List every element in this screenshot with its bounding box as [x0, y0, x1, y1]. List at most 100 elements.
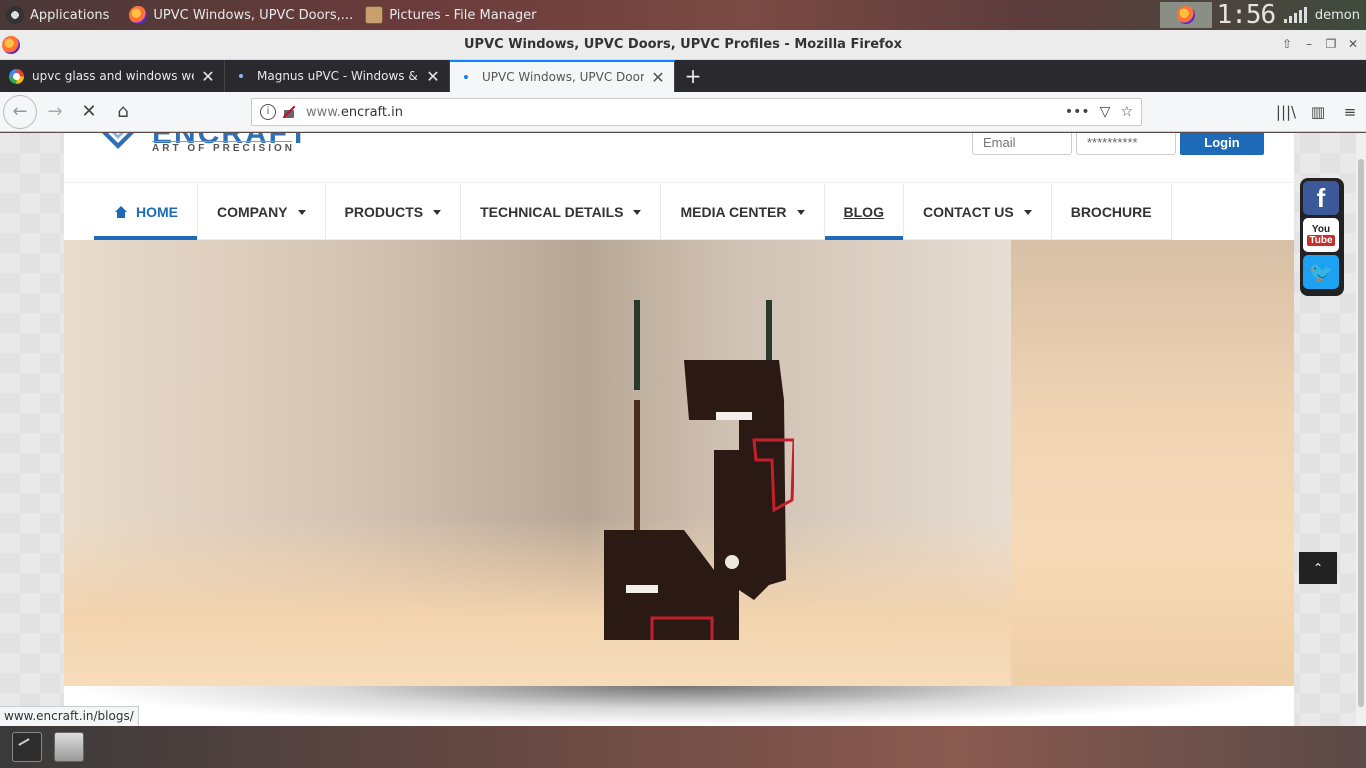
hero-banner — [64, 240, 1294, 686]
menu-item-label: CONTACT US — [922, 204, 1014, 220]
logo-mark-icon — [102, 133, 134, 149]
google-icon — [8, 68, 24, 84]
maximize-button[interactable]: ❐ — [1324, 37, 1338, 51]
home-icon[interactable]: ⌂ — [107, 96, 139, 128]
taskbar-item-label: Pictures - File Manager — [389, 7, 537, 23]
tab-encraft[interactable]: UPVC Windows, UPVC Doors, ✕ — [450, 60, 675, 92]
caret-down-icon — [1023, 209, 1032, 215]
desktop-dock — [0, 726, 1366, 768]
twitter-icon[interactable]: 🐦 — [1303, 255, 1339, 289]
firefox-icon — [2, 36, 20, 54]
applications-label: Applications — [30, 7, 110, 23]
back-icon[interactable]: ← — [3, 94, 37, 129]
pocket-icon[interactable]: ▽ — [1100, 104, 1111, 120]
applications-icon — [6, 6, 24, 24]
user-name[interactable]: demon — [1315, 8, 1366, 23]
more-icon[interactable]: ••• — [1065, 104, 1090, 120]
close-tab-icon[interactable]: ✕ — [650, 68, 666, 87]
banner-shadow — [64, 686, 1294, 726]
site-logo[interactable]: ENCRAFT ART OF PRECISION — [94, 133, 307, 163]
page-viewport: ENCRAFT ART OF PRECISION Login HOME COMP… — [0, 133, 1366, 726]
taskbar-item-file-manager[interactable]: Pictures - File Manager — [359, 0, 542, 30]
login-form: Login — [972, 133, 1264, 155]
terminal-icon[interactable] — [12, 732, 42, 762]
tab-google-search[interactable]: upvc glass and windows webs ✕ — [0, 60, 225, 92]
window-title: UPVC Windows, UPVC Doors, UPVC Profiles … — [463, 37, 902, 52]
menu-item-label: MEDIA CENTER — [680, 204, 787, 220]
logo-divider — [152, 141, 292, 142]
menu-item-label: BROCHURE — [1070, 204, 1152, 220]
menu-item-technical-details[interactable]: TECHNICAL DETAILS — [461, 184, 662, 240]
tab-label: upvc glass and windows webs — [32, 69, 194, 83]
taskbar-item-firefox[interactable]: UPVC Windows, UPVC Doors,... — [123, 0, 359, 30]
menu-item-media-center[interactable]: MEDIA CENTER — [661, 184, 825, 240]
scrollbar-thumb[interactable] — [1358, 159, 1364, 707]
menu-item-home[interactable]: HOME — [94, 184, 198, 240]
scroll-to-top-button[interactable]: ⌃ — [1299, 552, 1337, 584]
site-header: ENCRAFT ART OF PRECISION Login — [64, 133, 1294, 183]
sidebar-icon[interactable]: ▥ — [1302, 96, 1334, 128]
stop-icon[interactable]: ✕ — [73, 96, 105, 128]
shade-button[interactable]: ⇧ — [1280, 37, 1294, 51]
menu-item-company[interactable]: COMPANY — [198, 184, 326, 240]
password-field[interactable] — [1076, 133, 1176, 155]
menu-item-brochure[interactable]: BROCHURE — [1052, 184, 1172, 240]
loading-dot-icon — [458, 69, 474, 85]
loading-dot-icon — [233, 68, 249, 84]
caret-down-icon — [297, 209, 306, 215]
taskbar-item-label: UPVC Windows, UPVC Doors,... — [153, 7, 354, 23]
tray-firefox[interactable] — [1159, 2, 1212, 28]
desktop-top-panel: Applications UPVC Windows, UPVC Doors,..… — [0, 0, 1366, 30]
url-bar[interactable]: i www.encraft.in ••• ▽ ☆ — [251, 98, 1142, 126]
email-field[interactable] — [972, 133, 1072, 155]
upvc-profile-image — [604, 300, 794, 640]
chevron-up-icon: ⌃ — [1312, 561, 1324, 575]
folder-icon — [365, 6, 384, 24]
home-icon — [114, 206, 128, 218]
library-icon[interactable]: |||\ — [1270, 96, 1302, 128]
network-signal-icon[interactable] — [1283, 7, 1307, 23]
youtube-icon[interactable]: You Tube — [1303, 218, 1339, 252]
firefox-icon — [1176, 6, 1195, 24]
menu-item-label: COMPANY — [217, 204, 288, 220]
bookmark-star-icon[interactable]: ☆ — [1120, 104, 1133, 120]
forward-icon[interactable]: → — [39, 96, 71, 128]
file-manager-icon[interactable] — [54, 732, 84, 762]
new-tab-button[interactable]: + — [675, 60, 711, 92]
close-button[interactable]: ✕ — [1346, 37, 1360, 51]
social-links: f You Tube 🐦 — [1300, 178, 1344, 296]
menu-item-products[interactable]: PRODUCTS — [326, 184, 462, 240]
insecure-lock-icon[interactable] — [282, 105, 296, 119]
info-icon[interactable]: i — [260, 104, 276, 120]
close-tab-icon[interactable]: ✕ — [200, 67, 216, 86]
main-menu: HOME COMPANY PRODUCTS TECHNICAL DETAILS … — [94, 184, 1172, 240]
login-button[interactable]: Login — [1180, 133, 1264, 155]
menu-item-blog[interactable]: BLOG — [824, 184, 904, 240]
caret-down-icon — [633, 209, 642, 215]
page-scrollbar[interactable] — [1356, 133, 1366, 726]
menu-item-label: BLOG — [843, 204, 884, 220]
link-status-bar: www.encraft.in/blogs/ — [0, 706, 139, 726]
logo-tagline: ART OF PRECISION — [152, 143, 296, 154]
window-titlebar: UPVC Windows, UPVC Doors, UPVC Profiles … — [0, 30, 1366, 60]
menu-item-contact-us[interactable]: CONTACT US — [904, 184, 1052, 240]
menu-item-label: HOME — [136, 204, 178, 220]
menu-item-label: PRODUCTS — [344, 204, 424, 220]
url-text[interactable]: www.encraft.in — [306, 105, 1065, 120]
caret-down-icon — [796, 209, 805, 215]
tab-magnus[interactable]: Magnus uPVC - Windows & Do ✕ — [225, 60, 450, 92]
close-tab-icon[interactable]: ✕ — [425, 67, 441, 86]
tab-label: UPVC Windows, UPVC Doors, — [482, 70, 644, 84]
tab-strip: upvc glass and windows webs ✕ Magnus uPV… — [0, 60, 1366, 92]
firefox-icon — [129, 6, 148, 24]
clock: 1:56 — [1216, 0, 1277, 30]
facebook-icon[interactable]: f — [1303, 181, 1339, 215]
applications-menu[interactable]: Applications — [0, 0, 115, 30]
site-container: ENCRAFT ART OF PRECISION Login HOME COMP… — [64, 133, 1294, 726]
menu-icon[interactable]: ≡ — [1334, 96, 1366, 128]
minimize-button[interactable]: – — [1302, 37, 1316, 51]
menu-item-label: TECHNICAL DETAILS — [480, 204, 624, 220]
navigation-toolbar: ← → ✕ ⌂ i www.encraft.in ••• ▽ ☆ |||\ ▥ … — [0, 92, 1366, 132]
caret-down-icon — [433, 209, 442, 215]
tab-label: Magnus uPVC - Windows & Do — [257, 69, 419, 83]
